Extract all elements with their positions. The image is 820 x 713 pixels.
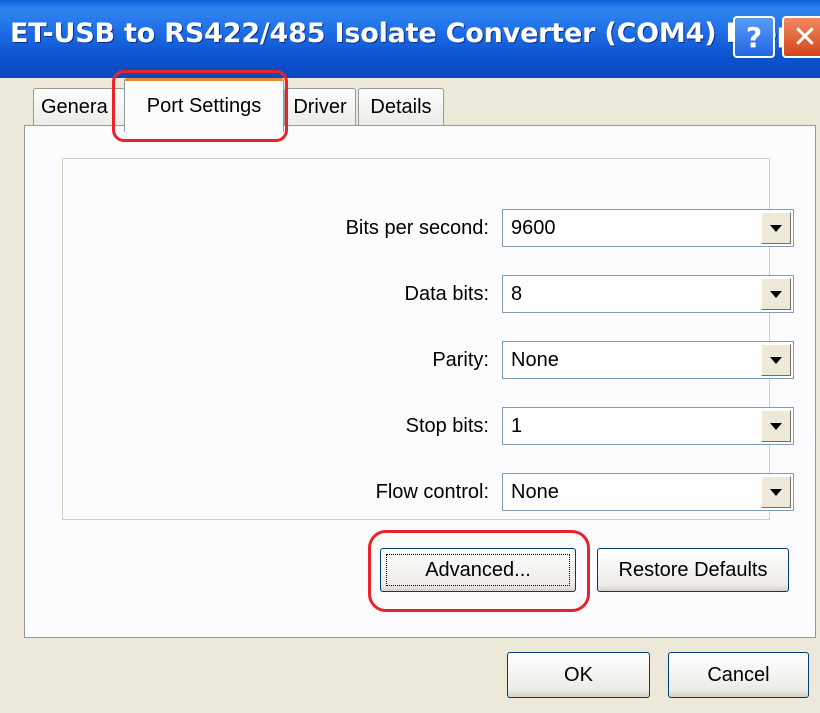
stop-bits-value: 1 bbox=[511, 415, 523, 437]
ok-button-label: OK bbox=[564, 663, 593, 686]
tab-driver[interactable]: Driver bbox=[284, 88, 356, 126]
focus-rect bbox=[386, 554, 570, 586]
tab-label: Details bbox=[370, 96, 432, 118]
window-title: ET-USB to RS422/485 Isolate Converter (C… bbox=[10, 18, 820, 49]
close-icon: ✕ bbox=[792, 19, 818, 55]
bits-per-second-label: Bits per second: bbox=[345, 217, 489, 239]
ok-button[interactable]: OK bbox=[507, 652, 650, 698]
tab-label: Genera bbox=[41, 96, 108, 118]
help-icon: ? bbox=[745, 20, 763, 54]
help-button[interactable]: ? bbox=[733, 16, 775, 58]
flow-control-value: None bbox=[511, 481, 559, 503]
parity-value: None bbox=[511, 349, 559, 371]
tab-label: Port Settings bbox=[146, 95, 262, 117]
cancel-button[interactable]: Cancel bbox=[668, 652, 809, 698]
tab-label: Driver bbox=[293, 96, 347, 118]
chevron-down-icon[interactable] bbox=[761, 278, 791, 310]
data-bits-value: 8 bbox=[511, 283, 523, 305]
restore-defaults-button[interactable]: Restore Defaults bbox=[597, 548, 789, 592]
tab-details[interactable]: Details bbox=[358, 88, 444, 126]
stop-bits-select[interactable]: 1 bbox=[502, 407, 794, 445]
parity-select[interactable]: None bbox=[502, 341, 794, 379]
cancel-button-label: Cancel bbox=[707, 663, 770, 686]
chevron-down-icon[interactable] bbox=[761, 212, 791, 244]
chevron-down-icon[interactable] bbox=[761, 410, 791, 442]
stop-bits-label: Stop bits: bbox=[405, 415, 489, 437]
title-bar[interactable]: ET-USB to RS422/485 Isolate Converter (C… bbox=[0, 0, 820, 78]
restore-defaults-label: Restore Defaults bbox=[618, 558, 768, 581]
chevron-down-icon[interactable] bbox=[761, 344, 791, 376]
flow-control-select[interactable]: None bbox=[502, 473, 794, 511]
port-settings-panel: Bits per second: 9600 Data bits: 8 Parit… bbox=[24, 125, 816, 638]
tab-general[interactable]: Genera bbox=[33, 88, 125, 126]
close-button[interactable]: ✕ bbox=[782, 16, 820, 58]
data-bits-label: Data bits: bbox=[404, 283, 489, 305]
bits-per-second-value: 9600 bbox=[511, 217, 556, 239]
settings-group: Bits per second: 9600 Data bits: 8 Parit… bbox=[62, 158, 794, 520]
chevron-down-icon[interactable] bbox=[761, 476, 791, 508]
flow-control-label: Flow control: bbox=[375, 481, 489, 503]
tab-port-settings[interactable]: Port Settings bbox=[124, 78, 284, 132]
parity-label: Parity: bbox=[432, 349, 489, 371]
bits-per-second-select[interactable]: 9600 bbox=[502, 209, 794, 247]
advanced-button[interactable]: Advanced... bbox=[380, 548, 576, 592]
data-bits-select[interactable]: 8 bbox=[502, 275, 794, 313]
